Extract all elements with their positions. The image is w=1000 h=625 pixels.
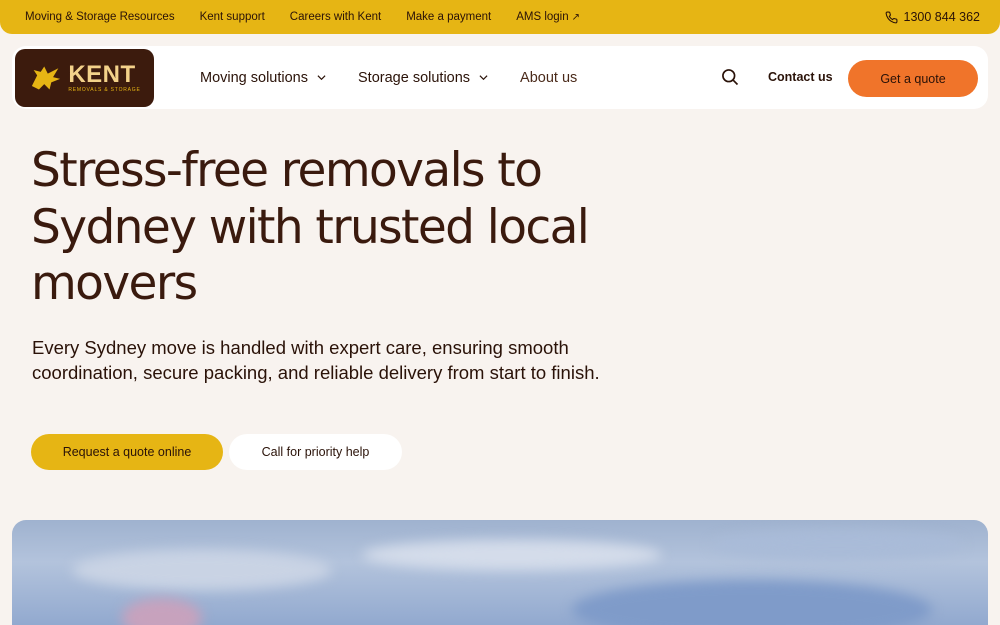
nav-item-label: About us <box>520 69 578 86</box>
logo-tagline: REMOVALS & STORAGE <box>68 87 141 93</box>
hero-subtitle: Every Sydney move is handled with expert… <box>32 337 600 383</box>
cloud-shape <box>122 598 202 625</box>
logo-name: KENT <box>68 61 136 88</box>
careers-link[interactable]: Careers with Kent <box>290 11 381 23</box>
chevron-down-icon <box>317 75 326 81</box>
main-nav: KENT REMOVALS & STORAGE Moving solutions… <box>12 46 988 109</box>
phone-link[interactable]: 1300 844 362 <box>885 10 980 24</box>
utility-bar: Moving & Storage Resources Kent support … <box>0 0 1000 34</box>
nav-item-moving-solutions[interactable]: Moving solutions <box>200 70 326 86</box>
phone-number: 1300 844 362 <box>903 10 980 24</box>
logo-wordmark: KENT REMOVALS & STORAGE <box>68 63 140 93</box>
utility-links: Moving & Storage Resources Kent support … <box>25 11 605 23</box>
nav-item-about-us[interactable]: About us <box>520 70 577 86</box>
ams-login-link[interactable]: AMS login ↗ <box>516 11 580 23</box>
cloud-shape <box>712 530 962 560</box>
griffin-icon <box>32 66 61 90</box>
resources-link[interactable]: Moving & Storage Resources <box>25 11 175 23</box>
phone-icon <box>885 11 897 23</box>
search-icon[interactable] <box>720 67 740 87</box>
make-payment-link[interactable]: Make a payment <box>406 11 491 23</box>
request-quote-button[interactable]: Request a quote online <box>31 434 223 470</box>
hero-title: Stress-free removals to Sydney with trus… <box>31 143 590 311</box>
ams-login-label: AMS login <box>516 11 569 23</box>
nav-item-label: Moving solutions <box>200 69 308 86</box>
external-arrow-icon: ↗ <box>571 12 581 23</box>
cloud-shape <box>572 580 932 625</box>
nav-menu: Moving solutions Storage solutions About… <box>200 46 609 109</box>
hero-sky-image <box>12 520 988 625</box>
get-a-quote-button[interactable]: Get a quote <box>848 60 978 97</box>
nav-item-storage-solutions[interactable]: Storage solutions <box>358 70 488 86</box>
kent-logo[interactable]: KENT REMOVALS & STORAGE <box>15 49 154 107</box>
contact-us-link[interactable]: Contact us <box>768 70 833 84</box>
cloud-shape <box>72 550 332 590</box>
chevron-down-icon <box>479 75 488 81</box>
nav-item-label: Storage solutions <box>358 69 471 86</box>
cloud-shape <box>362 540 662 570</box>
kent-support-link[interactable]: Kent support <box>200 11 265 23</box>
call-priority-help-button[interactable]: Call for priority help <box>229 434 402 470</box>
